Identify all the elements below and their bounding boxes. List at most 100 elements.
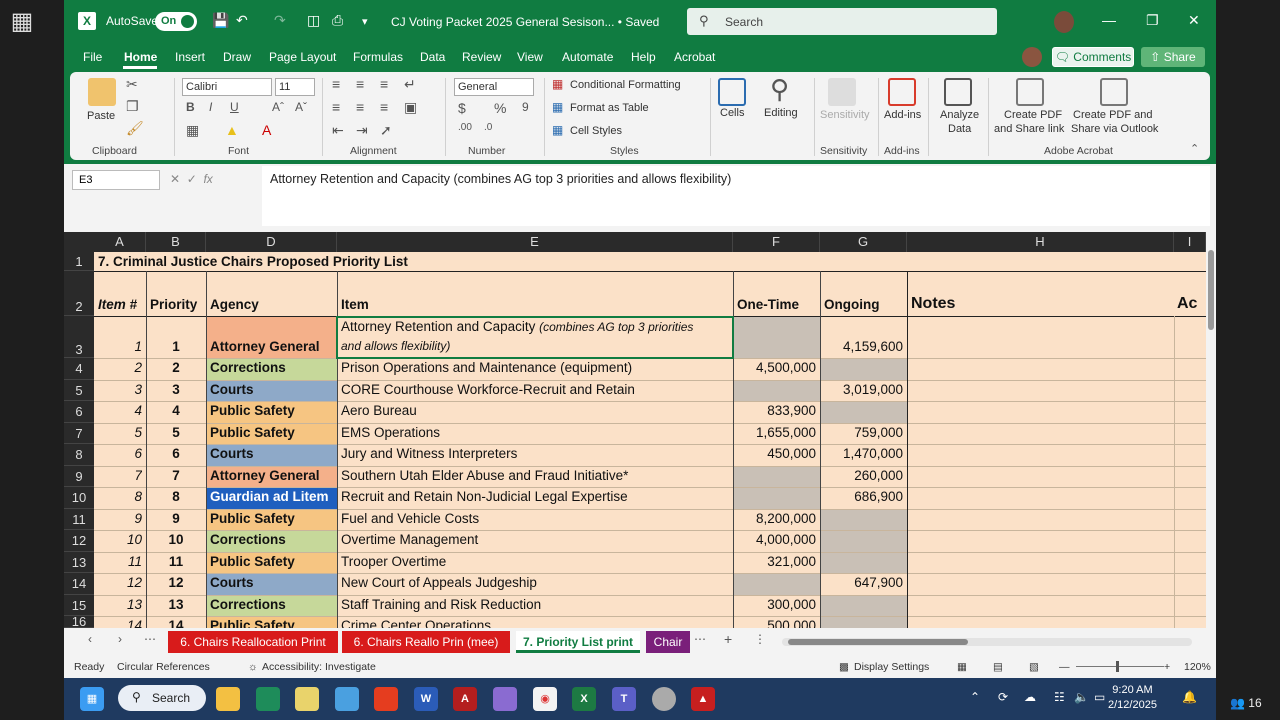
row-header[interactable]: 15 — [64, 595, 94, 616]
add-sheet-icon[interactable]: + — [724, 631, 732, 647]
page-layout-view-icon[interactable]: ▤ — [993, 661, 1003, 673]
cancel-icon[interactable]: ✕ — [170, 172, 180, 186]
create-pdf-outlook-label-2[interactable]: Share via Outlook — [1071, 123, 1158, 135]
row-header[interactable]: 10 — [64, 487, 94, 509]
col-header-a[interactable]: A — [94, 232, 146, 252]
page-break-view-icon[interactable]: ▧ — [1029, 661, 1039, 673]
row-header[interactable]: 11 — [64, 509, 94, 530]
merge-center-icon[interactable]: ▣ — [404, 99, 417, 116]
align-top-icon[interactable]: ≡ — [332, 76, 340, 92]
scrollbar-thumb[interactable] — [1208, 250, 1214, 330]
cut-icon[interactable]: ✂ — [126, 76, 138, 93]
display-settings-button[interactable]: Display Settings — [854, 661, 929, 673]
zoom-slider-thumb[interactable] — [1116, 661, 1119, 672]
scroll-tabs-right-icon[interactable]: › — [118, 632, 122, 646]
cell-styles-button[interactable]: Cell Styles — [570, 125, 622, 137]
menu-data[interactable]: Data — [420, 50, 445, 64]
battery-icon[interactable]: ▭ — [1094, 690, 1105, 704]
brave-icon[interactable] — [374, 687, 398, 711]
col-header-g[interactable]: G — [820, 232, 907, 252]
sync-icon[interactable]: ⟳ — [998, 690, 1008, 704]
row-header[interactable]: 14 — [64, 573, 94, 595]
decrease-decimal-icon[interactable]: .0 — [484, 122, 492, 133]
align-center-icon[interactable]: ≡ — [356, 99, 364, 115]
menu-automate[interactable]: Automate — [562, 50, 613, 64]
picture-icon[interactable]: ◫ — [307, 12, 320, 29]
row-header[interactable]: 2 — [64, 271, 94, 316]
comma-style-icon[interactable]: 9 — [522, 100, 529, 114]
redo-icon[interactable]: ↷ — [274, 12, 286, 29]
conditional-formatting-button[interactable]: Conditional Formatting — [570, 79, 681, 91]
wifi-icon[interactable]: ☷ — [1054, 690, 1065, 704]
col-header-i[interactable]: I — [1174, 232, 1206, 252]
row-header[interactable]: 8 — [64, 444, 94, 466]
save-icon[interactable]: 💾 — [212, 12, 229, 29]
wrap-text-icon[interactable]: ↵ — [404, 76, 416, 93]
currency-icon[interactable]: $ — [458, 100, 466, 116]
user-avatar[interactable] — [1054, 11, 1074, 33]
app-grid-icon[interactable]: ▦ — [8, 8, 36, 36]
row-header[interactable]: 12 — [64, 530, 94, 552]
tray-overflow-icon[interactable]: ⌃ — [970, 690, 980, 704]
col-header-d[interactable]: D — [206, 232, 337, 252]
chrome-icon[interactable]: ◉ — [533, 687, 557, 711]
customize-toolbar-icon[interactable]: ▾ — [362, 15, 368, 28]
create-pdf-link-label-2[interactable]: and Share link — [994, 123, 1064, 135]
row-header[interactable]: 9 — [64, 466, 94, 487]
tabs-splitter-icon[interactable]: ⋮ — [754, 632, 766, 646]
col-header-f[interactable]: F — [733, 232, 820, 252]
row-header[interactable]: 4 — [64, 358, 94, 380]
volume-icon[interactable]: 🔈 — [1074, 690, 1089, 704]
scroll-tabs-left-icon[interactable]: ‹ — [88, 632, 92, 646]
menu-formulas[interactable]: Formulas — [353, 50, 403, 64]
italic-icon[interactable]: I — [209, 100, 212, 114]
horizontal-scrollbar[interactable] — [782, 638, 1192, 646]
font-color-icon[interactable]: A — [262, 122, 271, 138]
analyze-data-label-2[interactable]: Data — [948, 123, 971, 135]
row-header[interactable]: 16 — [64, 615, 94, 628]
col-header-e[interactable]: E — [337, 232, 733, 252]
cloud-icon[interactable]: ☁ — [1024, 690, 1036, 704]
store-icon[interactable] — [295, 687, 319, 711]
select-all-corner[interactable] — [64, 232, 94, 252]
formula-input[interactable]: Attorney Retention and Capacity (combine… — [262, 166, 1210, 226]
orientation-icon[interactable]: ➚ — [380, 122, 392, 139]
menu-acrobat[interactable]: Acrobat — [674, 50, 715, 64]
row-header[interactable]: 5 — [64, 380, 94, 401]
more-sheets-icon[interactable]: ⋯ — [694, 632, 706, 646]
increase-decimal-icon[interactable]: .00 — [458, 122, 472, 133]
align-right-icon[interactable]: ≡ — [380, 99, 388, 115]
copy-icon[interactable]: ❐ — [126, 98, 139, 115]
format-as-table-button[interactable]: Format as Table — [570, 102, 649, 114]
format-painter-icon[interactable]: 🖌 — [126, 120, 144, 137]
participants-count[interactable]: 👥 16 — [1230, 696, 1262, 710]
search-box[interactable]: ⚲ Search — [687, 8, 997, 35]
row-header[interactable]: 7 — [64, 423, 94, 444]
create-pdf-outlook-label-1[interactable]: Create PDF and — [1073, 109, 1152, 121]
name-box[interactable]: E3 — [72, 170, 160, 190]
sensitivity-button[interactable]: Sensitivity — [820, 109, 870, 121]
edge-icon[interactable] — [256, 687, 280, 711]
shrink-font-icon[interactable]: Aˇ — [295, 100, 307, 114]
sheet-tab[interactable]: 6. Chairs Reallocation Print — [168, 631, 338, 653]
add-ins-button[interactable]: Add-ins — [884, 109, 921, 121]
menu-help[interactable]: Help — [631, 50, 656, 64]
document-title[interactable]: CJ Voting Packet 2025 General Sesison...… — [391, 15, 659, 29]
menu-home[interactable]: Home — [124, 50, 157, 64]
normal-view-icon[interactable]: ▦ — [957, 661, 967, 673]
excel-taskbar-icon[interactable]: X — [572, 687, 596, 711]
acrobat-icon[interactable]: ▲ — [691, 687, 715, 711]
create-pdf-link-label-1[interactable]: Create PDF — [1004, 109, 1062, 121]
sheet-tab-active[interactable]: 7. Priority List print — [516, 631, 640, 653]
print-icon[interactable]: ⎙ — [332, 12, 343, 29]
menu-review[interactable]: Review — [462, 50, 501, 64]
col-header-h[interactable]: H — [907, 232, 1174, 252]
row-header[interactable]: 13 — [64, 552, 94, 573]
underline-icon[interactable]: U — [230, 100, 239, 114]
create-pdf-link-icon[interactable] — [1016, 78, 1044, 106]
zoom-slider[interactable] — [1076, 666, 1164, 667]
editing-button[interactable]: Editing — [764, 107, 798, 119]
undo-icon[interactable]: ↶ — [236, 12, 248, 29]
file-explorer-icon[interactable] — [216, 687, 240, 711]
minimize-icon[interactable]: — — [1102, 12, 1116, 28]
